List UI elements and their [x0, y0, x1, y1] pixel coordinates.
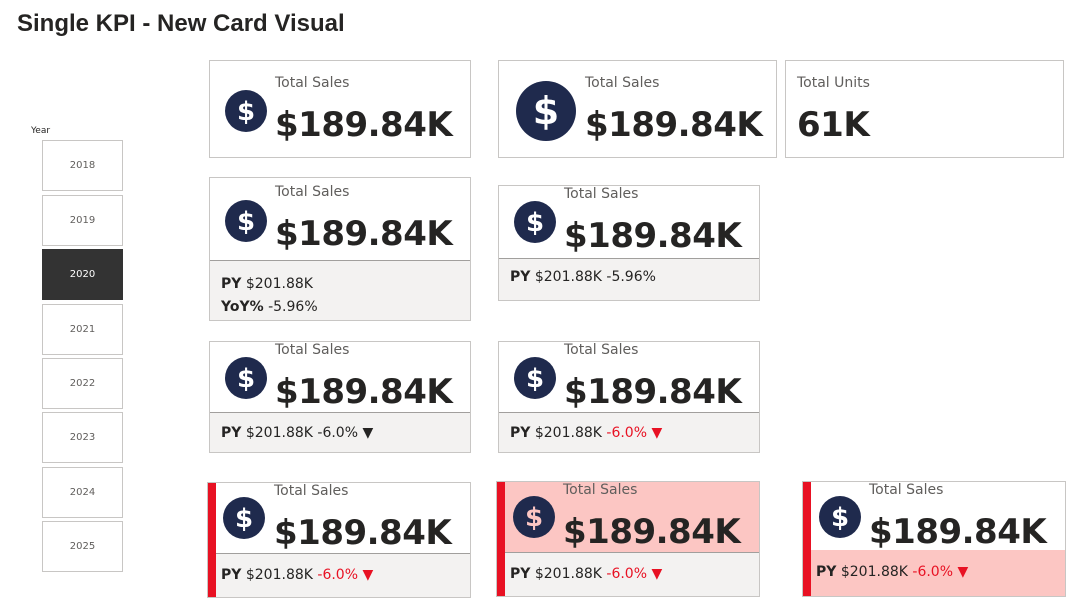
year-button-2025[interactable]: 2025	[42, 521, 123, 572]
svg-text:$: $	[235, 504, 253, 533]
card-label: Total Sales	[275, 342, 350, 358]
kpi-card-sales-highlight-top[interactable]: $ Total Sales $189.84K PY $201.88K -6.0%…	[496, 481, 760, 597]
year-button-2024[interactable]: 2024	[42, 467, 123, 518]
card-label: Total Sales	[564, 342, 639, 358]
svg-text:$: $	[525, 503, 543, 532]
kpi-card-sales-accent[interactable]: $ Total Sales $189.84K PY $201.88K -6.0%…	[207, 482, 471, 598]
accent-bar	[497, 482, 505, 596]
kpi-card-units[interactable]: Total Units 61K	[785, 60, 1064, 158]
reference-labels: PY $201.88K -6.0% ▼	[210, 412, 470, 452]
down-arrow-icon: ▼	[362, 425, 374, 441]
card-label: Total Sales	[563, 482, 638, 498]
reference-labels: PY $201.88K -6.0% ▼	[499, 412, 759, 452]
svg-text:$: $	[533, 89, 559, 133]
yoy-label: YoY%	[221, 299, 264, 315]
svg-text:$: $	[237, 364, 255, 393]
card-label: Total Sales	[275, 75, 350, 91]
year-button-2019[interactable]: 2019	[42, 195, 123, 246]
py-label: PY	[221, 425, 242, 441]
py-value: $201.88K	[840, 564, 908, 580]
dollar-icon: $	[514, 357, 556, 399]
py-label: PY	[510, 566, 531, 582]
dollar-icon: $	[223, 497, 265, 539]
card-value: 61K	[797, 105, 870, 145]
kpi-card-sales-py-yoy[interactable]: $ Total Sales $189.84K PY $201.88K YoY% …	[209, 177, 471, 321]
card-label: Total Sales	[869, 482, 944, 498]
card-label: Total Units	[797, 75, 870, 91]
change-value: -6.0%	[912, 564, 954, 580]
py-label: PY	[816, 564, 837, 580]
accent-bar	[803, 482, 811, 596]
card-value: $189.84K	[869, 512, 1047, 552]
py-label: PY	[221, 567, 242, 583]
py-value: $201.88K	[245, 276, 313, 292]
kpi-card-sales-1[interactable]: $ Total Sales $189.84K	[209, 60, 471, 158]
down-arrow-icon: ▼	[651, 425, 663, 441]
kpi-card-sales-py[interactable]: $ Total Sales $189.84K PY $201.88K -5.96…	[498, 185, 760, 301]
kpi-card-sales-2[interactable]: $ Total Sales $189.84K	[498, 60, 777, 158]
change-value: -6.0%	[606, 425, 648, 441]
year-button-2022[interactable]: 2022	[42, 358, 123, 409]
year-button-2020[interactable]: 2020	[42, 249, 123, 300]
card-value: $189.84K	[275, 105, 453, 145]
svg-text:$: $	[526, 208, 544, 237]
kpi-card-sales-py-red[interactable]: $ Total Sales $189.84K PY $201.88K -6.0%…	[498, 341, 760, 453]
reference-labels: PY $201.88K -6.0% ▼	[216, 553, 470, 597]
dollar-icon: $	[819, 496, 861, 538]
card-label: Total Sales	[564, 186, 639, 202]
svg-text:$: $	[526, 364, 544, 393]
py-label: PY	[221, 276, 242, 292]
dollar-icon: $	[516, 81, 576, 141]
year-button-2021[interactable]: 2021	[42, 304, 123, 355]
reference-labels: PY $201.88K -6.0% ▼	[811, 550, 1065, 596]
change-value: -5.96%	[606, 269, 656, 285]
accent-bar	[208, 483, 216, 597]
card-label: Total Sales	[275, 184, 350, 200]
card-value: $189.84K	[275, 372, 453, 412]
dollar-icon: $	[225, 357, 267, 399]
card-value: $189.84K	[564, 372, 742, 412]
dollar-icon: $	[225, 200, 267, 242]
py-value: $201.88K	[245, 425, 313, 441]
svg-text:$: $	[831, 503, 849, 532]
down-arrow-icon: ▼	[651, 566, 663, 582]
yoy-value: -5.96%	[268, 299, 318, 315]
year-button-2018[interactable]: 2018	[42, 140, 123, 191]
year-slicer-label: Year	[31, 126, 51, 136]
py-value: $201.88K	[534, 566, 602, 582]
py-value: $201.88K	[534, 425, 602, 441]
down-arrow-icon: ▼	[362, 567, 374, 583]
py-label: PY	[510, 425, 531, 441]
change-value: -6.0%	[317, 567, 359, 583]
card-label: Total Sales	[585, 75, 660, 91]
card-value: $189.84K	[275, 214, 453, 254]
card-label: Total Sales	[274, 483, 349, 499]
dollar-icon: $	[513, 496, 555, 538]
svg-text:$: $	[237, 207, 255, 236]
down-arrow-icon: ▼	[957, 564, 969, 580]
kpi-card-sales-py-arrow[interactable]: $ Total Sales $189.84K PY $201.88K -6.0%…	[209, 341, 471, 453]
py-value: $201.88K	[245, 567, 313, 583]
year-button-2023[interactable]: 2023	[42, 412, 123, 463]
change-value: -6.0%	[317, 425, 359, 441]
dollar-icon: $	[225, 90, 267, 132]
card-value: $189.84K	[274, 513, 452, 553]
reference-labels: PY $201.88K -5.96%	[499, 258, 759, 300]
dollar-icon: $	[514, 201, 556, 243]
py-value: $201.88K	[534, 269, 602, 285]
card-value: $189.84K	[585, 105, 763, 145]
card-value: $189.84K	[564, 216, 742, 256]
page-title: Single KPI - New Card Visual	[17, 10, 345, 37]
change-value: -6.0%	[606, 566, 648, 582]
card-value: $189.84K	[563, 512, 741, 552]
reference-labels: PY $201.88K YoY% -5.96%	[210, 260, 470, 320]
svg-text:$: $	[237, 97, 255, 126]
reference-labels: PY $201.88K -6.0% ▼	[505, 552, 759, 596]
kpi-card-sales-highlight-ref[interactable]: $ Total Sales $189.84K PY $201.88K -6.0%…	[802, 481, 1066, 597]
py-label: PY	[510, 269, 531, 285]
